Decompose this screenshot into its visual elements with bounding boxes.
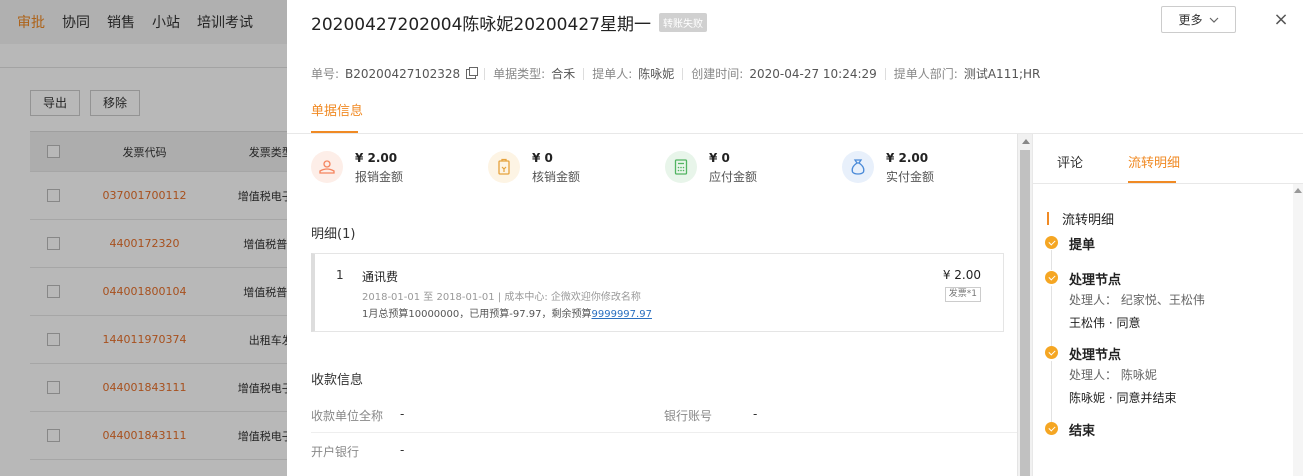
document-meta: 单号: B20200427102328 单据类型: 合禾 提单人: 陈咏妮 创建… (311, 65, 1040, 82)
node-result: 王松伟 · 同意 (1069, 316, 1141, 330)
bank-label: 开户银行 (311, 445, 360, 459)
tab-document-info[interactable]: 单据信息 (311, 100, 363, 119)
tab-flow-detail[interactable]: 流转明细 (1128, 152, 1180, 171)
budget-info: 1月总预算10000000，已用预算-97.97，剩余预算9999997.97 (362, 305, 652, 320)
money-bag-icon (842, 151, 874, 183)
payee-unit-value: - (400, 407, 405, 421)
created-value: 2020-04-27 10:24:29 (749, 66, 877, 81)
dept-value: 测试A111;HR (963, 67, 1041, 81)
node-title: 结束 (1069, 424, 1096, 439)
more-label: 更多 (1178, 13, 1203, 27)
copy-icon[interactable] (466, 66, 479, 79)
order-no-value: B20200427102328 (345, 66, 461, 81)
stat-label: 报销金额 (355, 170, 404, 184)
calculator-icon (665, 151, 697, 183)
row-divider (311, 432, 1017, 433)
content-scrollbar[interactable] (1017, 134, 1032, 476)
voucher-icon (488, 151, 520, 183)
dept-label: 提单人部门: (893, 67, 958, 81)
budget-remaining-link[interactable]: 9999997.97 (592, 309, 652, 320)
modal-overlay[interactable] (0, 0, 287, 476)
close-icon[interactable]: × (1271, 10, 1291, 30)
bank-account-label: 银行账号 (664, 409, 713, 423)
check-circle-icon (1045, 236, 1058, 249)
stat-label: 实付金额 (886, 170, 935, 184)
stat-writeoff: ¥ 0 核销金额 (488, 151, 580, 185)
document-drawer: 20200427202004陈咏妮20200427星期一 转账失败 更多 × 单… (287, 0, 1303, 476)
flow-title-text: 流转明细 (1062, 213, 1115, 228)
stat-amount: ¥ 0 (532, 151, 553, 165)
type-value: 合禾 (551, 67, 576, 81)
expense-amount: ¥ 2.00 (942, 268, 981, 282)
more-button[interactable]: 更多 (1161, 6, 1236, 33)
submitter-value: 陈咏妮 (638, 67, 675, 81)
side-panel: 评论 流转明细 流转明细 提单 处理节点 处理人： 纪家悦、王松伟 王松伟 · … (1032, 134, 1303, 476)
expense-detail-card[interactable]: 1 通讯费 2018-01-01 至 2018-01-01 | 成本中心: 企微… (311, 253, 1004, 332)
stat-payable: ¥ 0 应付金额 (665, 151, 757, 185)
check-circle-icon (1045, 346, 1058, 359)
expense-subinfo: 2018-01-01 至 2018-01-01 | 成本中心: 企微欢迎你修改名… (362, 292, 641, 303)
stat-label: 核销金额 (532, 170, 581, 184)
node-title: 处理节点 (1069, 273, 1122, 288)
hand-coin-icon (311, 151, 343, 183)
type-label: 单据类型: (493, 67, 546, 81)
status-badge: 转账失败 (658, 13, 707, 32)
scroll-up-arrow[interactable] (1294, 188, 1302, 193)
node-result: 陈咏妮 · 同意并结束 (1069, 391, 1177, 405)
created-label: 创建时间: (691, 67, 744, 81)
drawer-title: 20200427202004陈咏妮20200427星期一 转账失败 (311, 10, 707, 35)
submitter-label: 提单人: (592, 67, 633, 81)
node-title: 提单 (1069, 238, 1096, 253)
flow-title: 流转明细 (1047, 209, 1114, 228)
stat-amount: ¥ 2.00 (355, 151, 398, 165)
document-title: 20200427202004陈咏妮20200427星期一 (311, 15, 651, 35)
panel-scrollbar[interactable] (1293, 184, 1303, 476)
scroll-thumb[interactable] (1020, 150, 1030, 476)
expense-name: 通讯费 (362, 270, 399, 284)
panel-divider (1033, 183, 1303, 184)
payee-unit-label: 收款单位全称 (311, 409, 384, 423)
node-handler: 处理人： 陈咏妮 (1069, 368, 1157, 382)
node-title: 处理节点 (1069, 348, 1122, 363)
budget-text: 1月总预算10000000，已用预算-97.97，剩余预算 (362, 309, 592, 320)
chevron-down-icon (1209, 17, 1218, 23)
tab-comments[interactable]: 评论 (1057, 152, 1083, 171)
stat-amount: ¥ 2.00 (886, 151, 929, 165)
check-circle-icon (1045, 271, 1058, 284)
stat-reimburse: ¥ 2.00 报销金额 (311, 151, 403, 185)
stat-label: 应付金额 (709, 170, 758, 184)
invoice-tag[interactable]: 发票*1 (944, 287, 981, 302)
detail-index: 1 (336, 268, 344, 282)
detail-section-title: 明细(1) (311, 227, 356, 242)
payee-section-title: 收款信息 (311, 373, 364, 388)
scroll-up-arrow[interactable] (1022, 139, 1030, 144)
bank-account-value: - (753, 407, 758, 421)
order-no-label: 单号: (311, 67, 340, 81)
node-handler: 处理人： 纪家悦、王松伟 (1069, 293, 1205, 307)
stat-amount: ¥ 0 (709, 151, 730, 165)
bank-value: - (400, 443, 405, 457)
stat-paid: ¥ 2.00 实付金额 (842, 151, 934, 185)
document-content: ¥ 2.00 报销金额 ¥ 0 核销金额 ¥ 0 应付金额 ¥ 2.00 实付金… (287, 134, 1017, 476)
check-circle-icon (1045, 422, 1058, 435)
